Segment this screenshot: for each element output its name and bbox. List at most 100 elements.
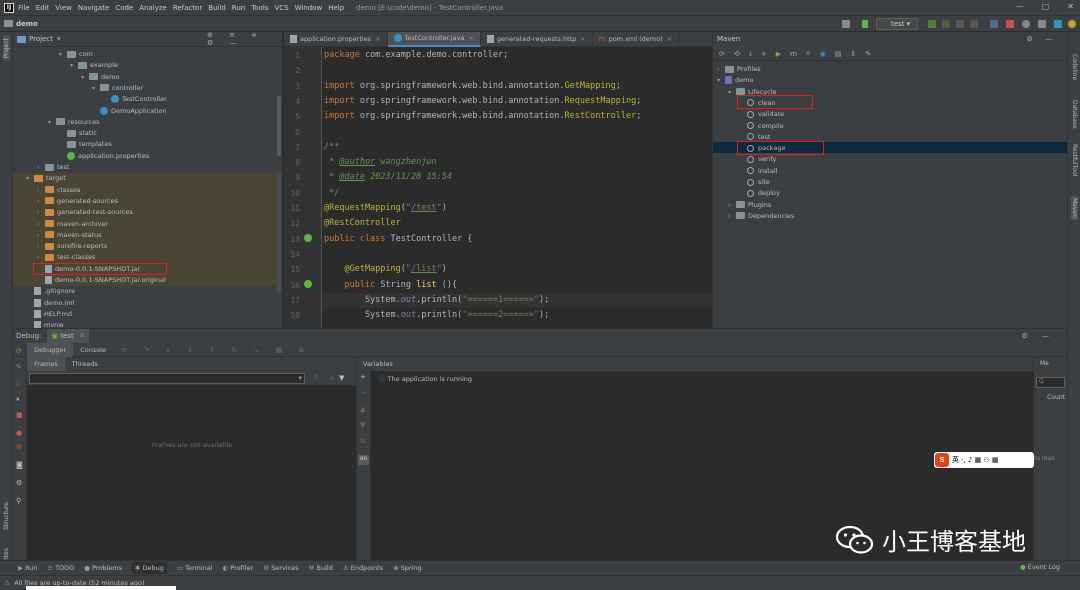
frame-nav-icons[interactable]: ↑ ↓ (313, 374, 339, 382)
tool-problems[interactable]: ● Problems (84, 564, 122, 572)
code-line[interactable]: package com.example.demo.controller; (324, 50, 508, 60)
thread-select[interactable]: ▾ (29, 372, 305, 384)
maven-node-plugins[interactable]: › Plugins (728, 200, 771, 211)
input-method-toolbar[interactable]: S 英 ·, ♪ ▦ ⚇ ▦ (934, 452, 1034, 468)
attach-icon[interactable] (990, 20, 998, 28)
menu-file[interactable]: File (18, 4, 30, 12)
code-line[interactable]: * @date 2023/11/28 15:54 (324, 172, 452, 182)
tree-node[interactable]: › generated-sources (37, 196, 118, 207)
mute-breakpoints-icon[interactable]: ⊘ (16, 443, 22, 451)
debug-session-tab[interactable]: ▣ test ✕ (47, 329, 89, 343)
remove-watch-icon[interactable]: − (361, 389, 367, 397)
project-scrollbar[interactable] (277, 96, 281, 156)
code-line[interactable]: import org.springframework.web.bind.anno… (324, 111, 641, 121)
reimport-icon[interactable]: ⟲ (734, 50, 740, 58)
stop-icon[interactable] (1006, 20, 1014, 28)
tree-node[interactable]: ▾ resources (48, 117, 100, 128)
code-line[interactable]: import org.springframework.web.bind.anno… (324, 81, 621, 91)
tree-node[interactable]: static (59, 128, 97, 139)
tree-node[interactable]: › classes (37, 185, 81, 196)
chevron-down-icon[interactable]: ▾ (48, 117, 56, 128)
project-scrollbar-track[interactable] (277, 172, 281, 292)
editor-tab[interactable]: generated-requests.http × (481, 31, 593, 47)
memory-tab[interactable]: Me (1034, 357, 1067, 371)
codeline-tool-tab[interactable]: Codeline (1071, 54, 1078, 80)
move-down-icon[interactable]: ▼ (360, 421, 365, 429)
code-line[interactable]: @GetMapping("/list") (324, 264, 446, 274)
chevron-down-icon[interactable]: ▾ (717, 75, 725, 86)
view-breakpoints-icon[interactable]: ● (16, 429, 22, 437)
chevron-down-icon[interactable]: ▾ (81, 72, 89, 83)
memory-search-input[interactable]: Q (1036, 377, 1065, 388)
tree-node[interactable]: demo.iml (26, 298, 74, 309)
maven-node-dependencies[interactable]: › Dependencies (728, 211, 794, 222)
settings-icon[interactable] (1038, 20, 1046, 28)
build-hammer-icon[interactable] (862, 20, 868, 28)
breadcrumb-project[interactable]: demo (16, 20, 38, 28)
add-watch-icon[interactable]: + (360, 373, 366, 381)
run-configuration-select[interactable]: test ▾ (876, 18, 918, 30)
profiler-icon[interactable] (970, 20, 978, 28)
tab-frames[interactable]: Frames (27, 357, 65, 371)
chevron-down-icon[interactable]: ▾ (728, 87, 736, 98)
code-area[interactable]: package com.example.demo.controller; impo… (284, 47, 712, 328)
skip-tests-icon[interactable]: ◉ (820, 50, 826, 58)
tool-build[interactable]: ⚒ Build (309, 564, 333, 572)
menu-vcs[interactable]: VCS (274, 4, 288, 12)
chevron-down-icon[interactable]: ▾ (26, 173, 34, 184)
maven-node-site[interactable]: site (739, 177, 770, 188)
tool-debug[interactable]: ✱ Debug (132, 562, 167, 574)
glasses-icon[interactable]: oo (358, 455, 369, 465)
code-line[interactable]: public String list (){ (324, 280, 457, 290)
chevron-right-icon[interactable]: › (728, 200, 736, 211)
menu-tools[interactable]: Tools (251, 4, 268, 12)
close-icon[interactable]: ✕ (1067, 2, 1074, 11)
count-column[interactable]: Count (1036, 394, 1065, 405)
close-tab-icon[interactable]: × (667, 35, 672, 43)
maven-settings-icon[interactable]: ⚙ — (1026, 32, 1057, 47)
tree-node[interactable]: templates (59, 139, 112, 150)
project-tool-tab[interactable]: Project (3, 36, 10, 61)
execute-goal-icon[interactable]: m (790, 50, 797, 58)
structure-tool-tab[interactable]: Structure (3, 502, 10, 530)
tree-node[interactable]: TestController (103, 94, 167, 105)
close-tab-icon[interactable]: × (375, 35, 380, 43)
tree-node[interactable]: › test (37, 162, 69, 173)
tree-node[interactable]: DemoApplication (92, 106, 167, 117)
tree-node[interactable]: .gitignore (26, 286, 75, 297)
maven-node-validate[interactable]: validate (739, 109, 784, 120)
tool-endpoints[interactable]: ⚓ Endpoints (343, 564, 383, 572)
tree-node[interactable]: ▾ target (26, 173, 66, 184)
code-line[interactable]: /** (324, 142, 339, 152)
close-tab-icon[interactable]: × (580, 35, 585, 43)
code-line[interactable]: System.out.println("======1======"); (324, 295, 549, 305)
maven-tool-tab[interactable]: Maven (1071, 196, 1078, 220)
stepping-toolbar[interactable]: ≡ ↷ ↓ ⇓ ↑ ↻ ↘ ▦ ≣ (121, 346, 311, 354)
reload-icon[interactable]: ⟳ (719, 50, 725, 58)
show-dependencies-icon[interactable]: ▤ (835, 50, 842, 58)
coverage-icon[interactable] (956, 20, 964, 28)
menu-refactor[interactable]: Refactor (173, 4, 202, 12)
editor-tab[interactable]: m pom.xml (demo) × (593, 31, 680, 47)
chevron-down-icon[interactable]: ▾ (59, 49, 67, 60)
menu-build[interactable]: Build (208, 4, 226, 12)
tree-node[interactable]: › maven-status (37, 230, 102, 241)
camera-icon[interactable]: ◙ (16, 461, 23, 469)
code-line[interactable]: @RestController (324, 218, 401, 228)
tool-terminal[interactable]: ▭ Terminal (177, 564, 213, 572)
chevron-right-icon[interactable]: › (728, 211, 736, 222)
stop-debug-icon[interactable]: ■ (16, 411, 23, 419)
code-line[interactable]: */ (324, 188, 339, 198)
resume-icon[interactable]: ▷ (16, 379, 21, 387)
menu-window[interactable]: Window (295, 4, 323, 12)
duplicate-icon[interactable]: ⧉ (360, 437, 365, 446)
menu-code[interactable]: Code (115, 4, 133, 12)
chevron-down-icon[interactable]: ▾ (92, 83, 100, 94)
pause-icon[interactable]: ⏸ (16, 395, 20, 404)
menu-analyze[interactable]: Analyze (139, 4, 167, 12)
menu-view[interactable]: View (55, 4, 72, 12)
menu-edit[interactable]: Edit (36, 4, 50, 12)
debug-settings-gear-icon[interactable]: ⚙ (16, 479, 22, 487)
tree-node[interactable]: ▾ example (70, 60, 118, 71)
run-maven-icon[interactable]: ▶ (776, 50, 781, 58)
